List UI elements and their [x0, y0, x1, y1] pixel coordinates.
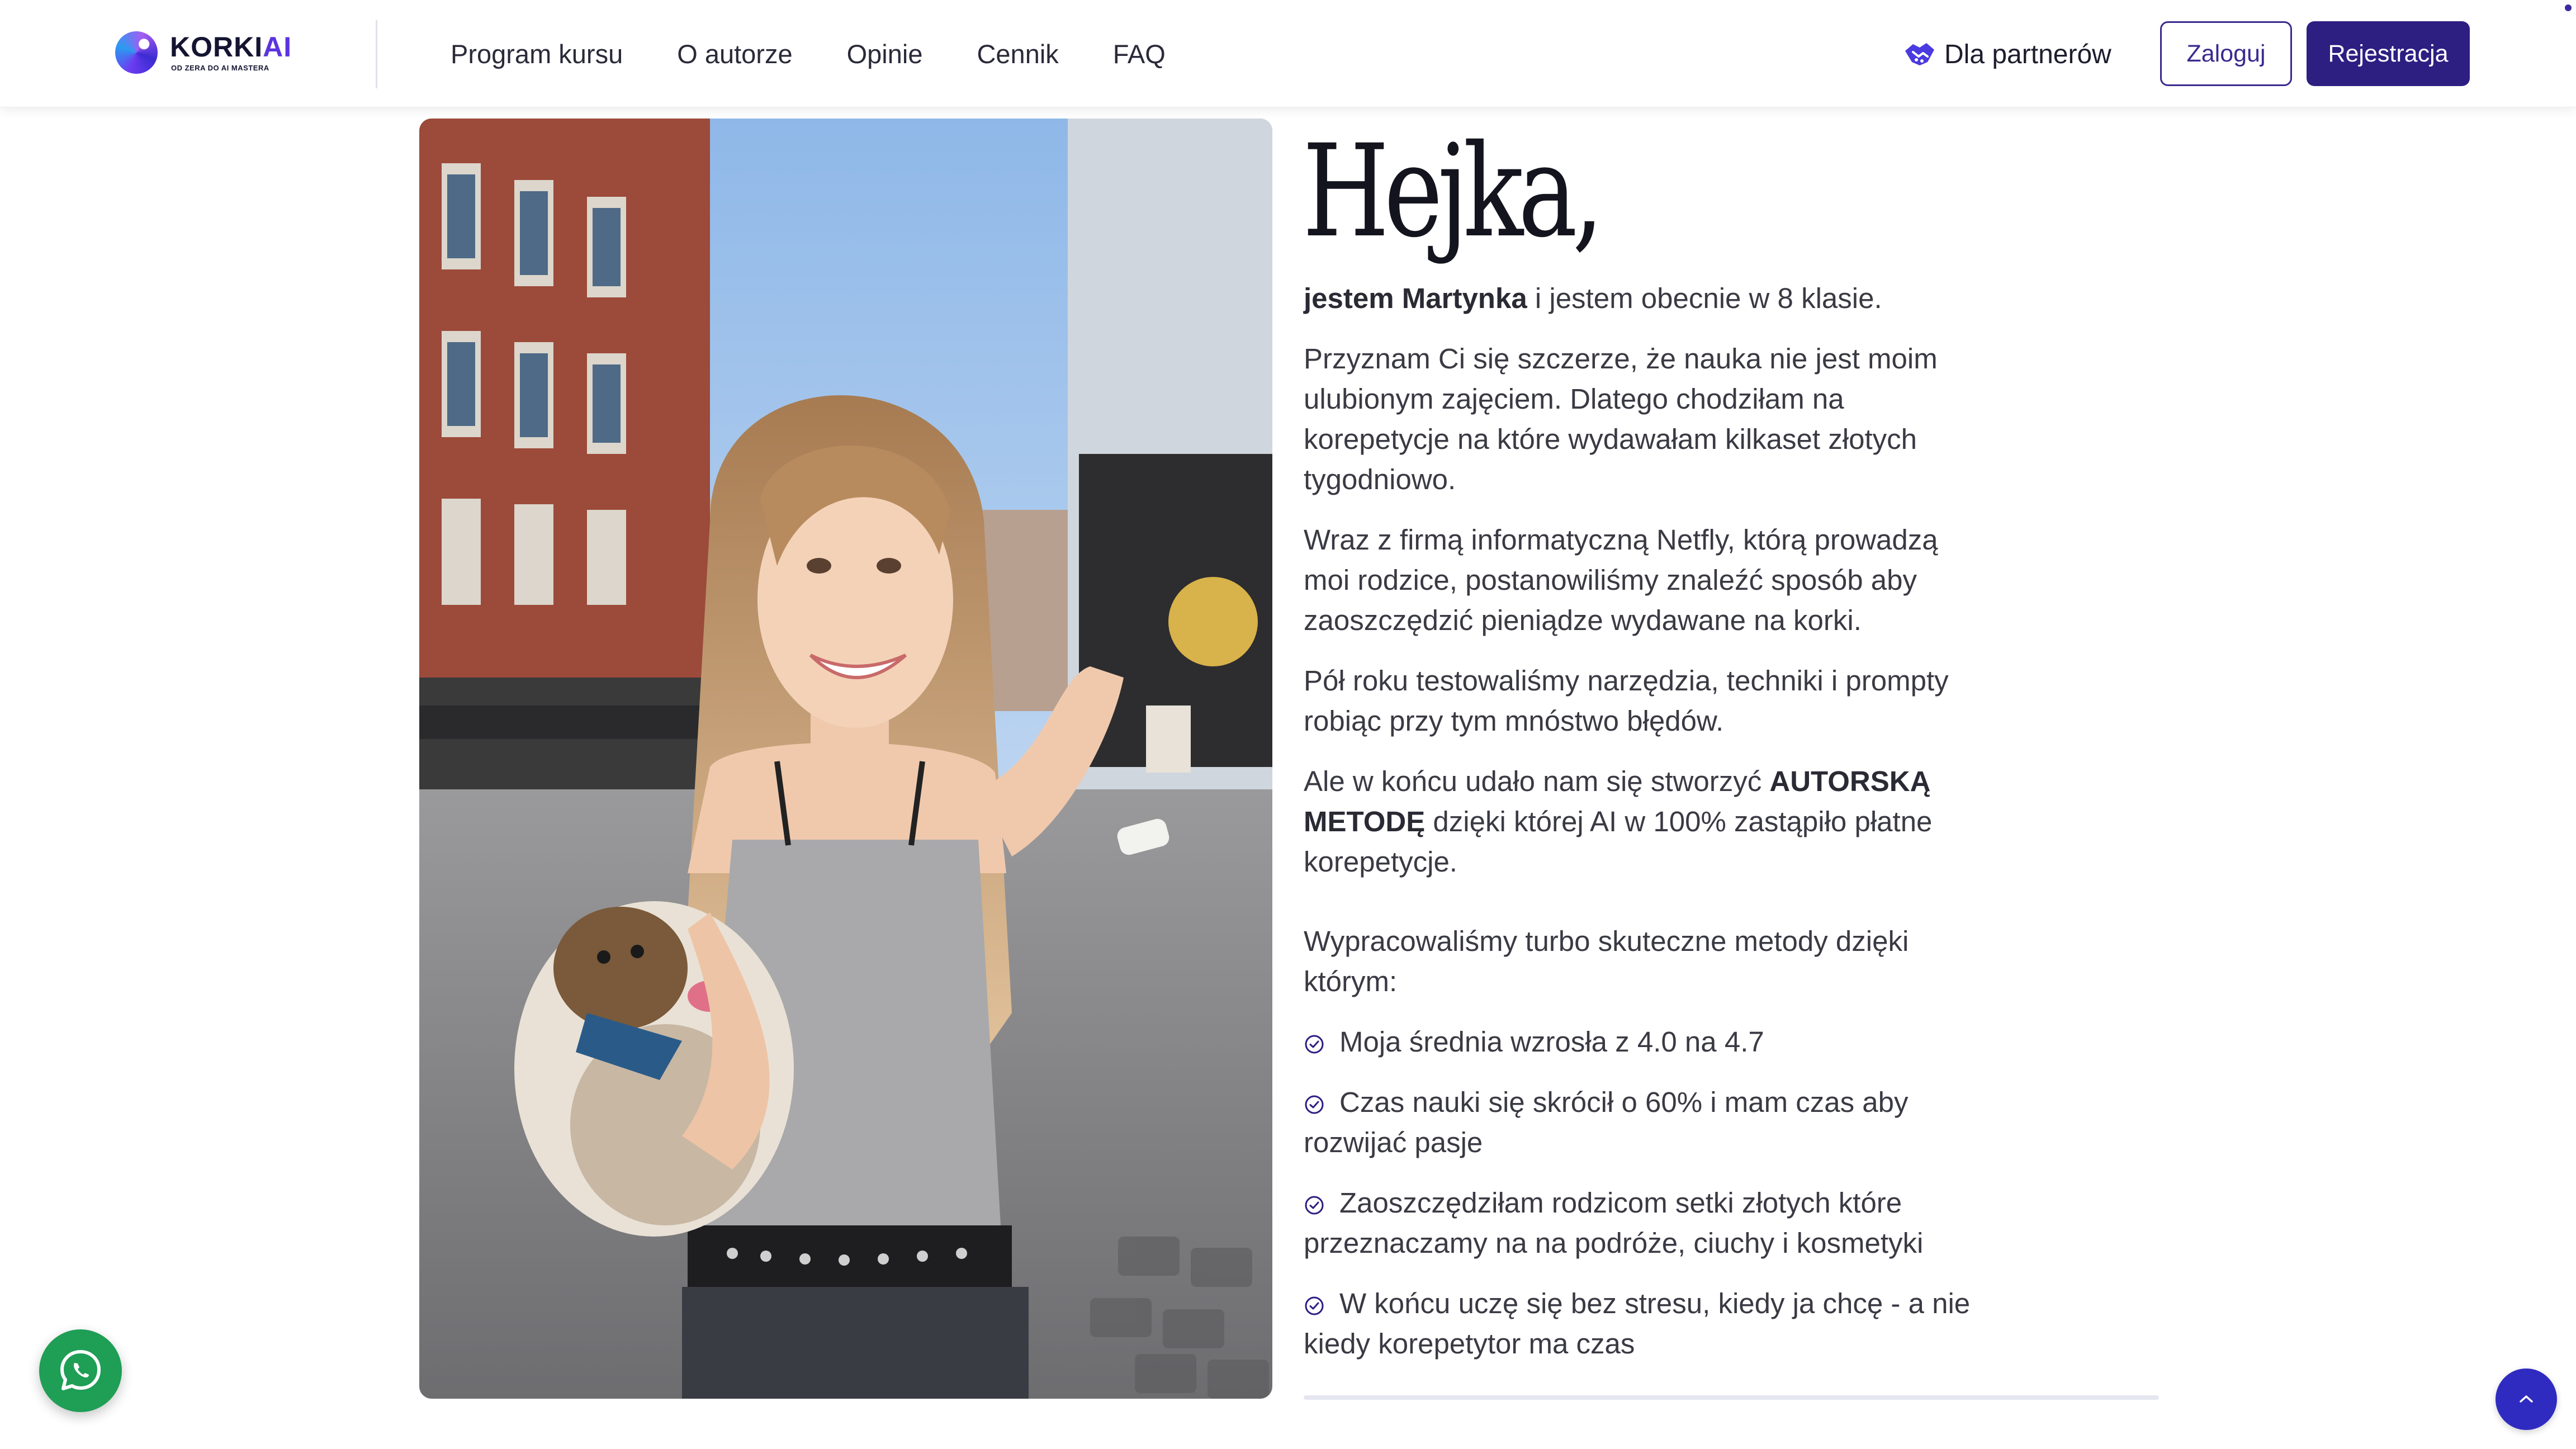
korkiai-logo[interactable]: KORKIAI OD ZERA DO AI MASTERA	[115, 29, 291, 77]
whatsapp-button[interactable]	[39, 1329, 122, 1412]
benefit-item: W końcu uczę się bez stresu, kiedy ja ch…	[1304, 1284, 1980, 1364]
benefit-item: Czas nauki się skrócił o 60% i mam czas …	[1304, 1082, 1980, 1163]
header-divider	[376, 20, 377, 88]
benefit-text: Zaoszczędziłam rodzicom setki złotych kt…	[1304, 1187, 1924, 1259]
about-text: jestem Martynka i jestem obecnie w 8 kla…	[1304, 278, 1980, 1384]
benefit-text: Moja średnia wzrosła z 4.0 na 4.7	[1339, 1026, 1764, 1058]
handshake-icon	[1905, 43, 1934, 65]
main-nav: Program kursu O autorze Opinie Cennik FA…	[451, 0, 1166, 107]
paragraph-3: Pół roku testowaliśmy narzędzia, technik…	[1304, 665, 1949, 737]
logo-wordmark: KORKIAI	[170, 31, 292, 63]
nav-cennik[interactable]: Cennik	[977, 39, 1058, 69]
check-circle-icon	[1305, 1035, 1324, 1054]
method-paragraph: Ale w końcu udało nam się stworzyć AUTOR…	[1304, 761, 1980, 882]
benefit-item: Zaoszczędziłam rodzicom setki złotych kt…	[1304, 1183, 1980, 1263]
partners-label: Dla partnerów	[1944, 39, 2111, 69]
chevron-up-icon	[2520, 1395, 2533, 1403]
check-circle-icon	[1305, 1296, 1324, 1315]
nav-program-kursu[interactable]: Program kursu	[451, 39, 623, 69]
benefit-text: Czas nauki się skrócił o 60% i mam czas …	[1304, 1086, 1909, 1158]
intro-line: jestem Martynka i jestem obecnie w 8 kla…	[1304, 278, 1980, 319]
site-header: KORKIAI OD ZERA DO AI MASTERA Program ku…	[0, 0, 2576, 107]
benefit-text: W końcu uczę się bez stresu, kiedy ja ch…	[1304, 1287, 1971, 1360]
nav-o-autorze[interactable]: O autorze	[677, 39, 792, 69]
paragraph-2: Wraz z firmą informatyczną Netfly, którą…	[1304, 524, 1938, 636]
author-photo-illustration	[419, 119, 1272, 1399]
benefits-intro: Wypracowaliśmy turbo skuteczne metody dz…	[1304, 925, 1909, 997]
intro-rest: i jestem obecnie w 8 klasie.	[1527, 282, 1882, 314]
greeting-heading: Hejka,	[1303, 117, 1604, 266]
check-circle-icon	[1305, 1196, 1324, 1215]
paragraph-1: Przyznam Ci się szczerze, że nauka nie j…	[1304, 343, 1938, 495]
check-circle-icon	[1305, 1095, 1324, 1114]
register-button[interactable]: Rejestracja	[2307, 21, 2470, 86]
corner-dot	[2565, 4, 2572, 11]
intro-name: jestem Martynka	[1304, 282, 1527, 314]
benefit-item: Moja średnia wzrosła z 4.0 na 4.7	[1304, 1022, 1980, 1062]
author-photo	[419, 119, 1272, 1399]
login-button[interactable]: Zaloguj	[2160, 21, 2292, 86]
nav-faq[interactable]: FAQ	[1113, 39, 1166, 69]
scroll-to-top-button[interactable]	[2496, 1368, 2557, 1430]
partners-link[interactable]: Dla partnerów	[1903, 34, 2111, 75]
logo-mark-icon	[115, 31, 158, 74]
logo-tagline: OD ZERA DO AI MASTERA	[171, 64, 269, 72]
nav-opinie[interactable]: Opinie	[847, 39, 923, 69]
whatsapp-icon	[60, 1350, 101, 1390]
method-before: Ale w końcu udało nam się stworzyć	[1304, 765, 1770, 797]
section-divider	[1304, 1395, 2159, 1400]
